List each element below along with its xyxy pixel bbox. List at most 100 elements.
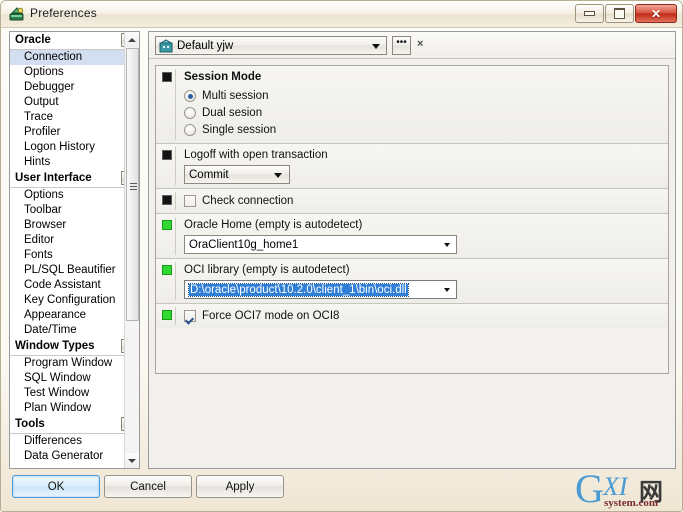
- sidebar-item-sql-window[interactable]: SQL Window: [10, 371, 139, 386]
- sidebar-item-label: Editor: [24, 234, 55, 246]
- sidebar-item-hints[interactable]: Hints: [10, 155, 139, 170]
- checkbox-force-oci7-mode-on-oci8[interactable]: Force OCI7 mode on OCI8: [184, 308, 668, 324]
- section-body: Logoff with open transaction Commit: [156, 144, 668, 188]
- section-marker-icon: [162, 265, 172, 275]
- cancel-button[interactable]: Cancel: [104, 475, 192, 498]
- section-label: Oracle Home (empty is autodetect): [184, 219, 363, 231]
- section-body: Session Mode Multi session Dual sesion Sing…: [156, 66, 668, 143]
- section-label: Logoff with open transaction: [184, 149, 328, 161]
- sidebar-item-profiler[interactable]: Profiler: [10, 125, 139, 140]
- radio-dual-sesion[interactable]: Dual sesion: [184, 105, 668, 121]
- window-title: Preferences: [30, 6, 97, 20]
- settings-section-5: Force OCI7 mode on OCI8: [156, 304, 668, 328]
- profile-toolbar: Default yjw ••• ×: [149, 32, 675, 59]
- minimize-button[interactable]: [575, 4, 604, 23]
- ok-button[interactable]: OK: [12, 475, 100, 498]
- chevron-down-icon: [372, 44, 380, 49]
- radio-single-session[interactable]: Single session: [184, 122, 668, 138]
- sidebar-item-trace[interactable]: Trace: [10, 110, 139, 125]
- sidebar-item-browser[interactable]: Browser: [10, 218, 139, 233]
- settings-tree-panel[interactable]: Oracle Connection Options Debugger Output Tra…: [9, 31, 140, 469]
- checkbox-icon[interactable]: [184, 310, 196, 322]
- radio-label: Multi session: [202, 90, 269, 102]
- scroll-up-button[interactable]: [125, 32, 139, 47]
- combo-oci-library[interactable]: D:\oracle\product\10.2.0\client_1\bin\oc…: [184, 280, 457, 299]
- profile-icon: [159, 39, 173, 53]
- sidebar-item-options[interactable]: Options: [10, 188, 139, 203]
- sidebar-item-differences[interactable]: Differences: [10, 434, 139, 449]
- section-divider: [175, 147, 176, 185]
- sidebar-item-code-assistant[interactable]: Code Assistant: [10, 278, 139, 293]
- section-marker-icon: [162, 150, 172, 160]
- sidebar-item-label: Options: [24, 189, 64, 201]
- sidebar-item-label: Trace: [24, 111, 53, 123]
- sidebar-item-label: Toolbar: [24, 204, 62, 216]
- settings-section-2: Check connection: [156, 189, 668, 214]
- sidebar-item-label: Code Assistant: [24, 279, 101, 291]
- section-body: Oracle Home (empty is autodetect) OraClie…: [156, 214, 668, 258]
- combo-dropdown-button[interactable]: [438, 236, 456, 253]
- sidebar-item-label: Key Configuration: [24, 294, 116, 306]
- close-button[interactable]: ✕: [635, 4, 677, 23]
- settings-section-1: Logoff with open transaction Commit: [156, 144, 668, 189]
- sidebar-item-label: Date/Time: [24, 324, 77, 336]
- combo-dropdown-button[interactable]: [438, 281, 456, 298]
- checkbox-check-connection[interactable]: Check connection: [184, 193, 668, 209]
- scrollbar-thumb[interactable]: [126, 48, 139, 321]
- sidebar-item-data-generator[interactable]: Data Generator: [10, 449, 139, 464]
- sidebar-item-label: Data Generator: [24, 450, 104, 462]
- sidebar-item-appearance[interactable]: Appearance: [10, 308, 139, 323]
- sidebar-item-plan-window[interactable]: Plan Window: [10, 401, 139, 416]
- sidebar-item-label: Test Window: [24, 387, 90, 399]
- apply-button[interactable]: Apply: [196, 475, 284, 498]
- radio-button-icon[interactable]: [184, 90, 196, 102]
- sidebar-item-test-window[interactable]: Test Window: [10, 386, 139, 401]
- tree-group-label: Oracle: [15, 34, 51, 46]
- sidebar-item-fonts[interactable]: Fonts: [10, 248, 139, 263]
- combo-logoff-action[interactable]: Commit: [184, 165, 290, 184]
- tree-group-user-interface[interactable]: User Interface: [10, 170, 139, 188]
- combo-oracle-home[interactable]: OraClient10g_home1: [184, 235, 457, 254]
- scroll-down-button[interactable]: [125, 453, 139, 468]
- sidebar-item-date-time[interactable]: Date/Time: [10, 323, 139, 338]
- sidebar-item-toolbar[interactable]: Toolbar: [10, 203, 139, 218]
- section-heading: Session Mode: [184, 71, 262, 83]
- tree-group-oracle[interactable]: Oracle: [10, 32, 139, 50]
- sidebar-item-connection[interactable]: Connection: [10, 50, 139, 65]
- tree-scrollbar[interactable]: [124, 32, 139, 468]
- section-marker-icon: [162, 72, 172, 82]
- checkbox-label: Check connection: [202, 195, 294, 207]
- section-divider: [175, 217, 176, 255]
- preferences-main-panel: Default yjw ••• × Session Mode Multi sess…: [148, 31, 676, 469]
- profile-dropdown[interactable]: Default yjw: [155, 36, 387, 55]
- sidebar-item-options[interactable]: Options: [10, 65, 139, 80]
- settings-section-4: OCI library (empty is autodetect) D:\orac…: [156, 259, 668, 304]
- section-marker-icon: [162, 310, 172, 320]
- sidebar-item-label: Appearance: [24, 309, 87, 321]
- sidebar-item-label: SQL Window: [24, 372, 91, 384]
- settings-section-0: Session Mode Multi session Dual sesion Sing…: [156, 66, 668, 144]
- maximize-icon: [614, 8, 625, 19]
- profile-browse-button[interactable]: •••: [392, 36, 411, 55]
- combo-value: OraClient10g_home1: [189, 239, 299, 251]
- sidebar-item-key-configuration[interactable]: Key Configuration: [10, 293, 139, 308]
- radio-multi-session[interactable]: Multi session: [184, 88, 668, 104]
- sidebar-item-logon-history[interactable]: Logon History: [10, 140, 139, 155]
- section-marker-icon: [162, 220, 172, 230]
- sidebar-item-output[interactable]: Output: [10, 95, 139, 110]
- tree-group-label: User Interface: [15, 172, 92, 184]
- sidebar-item-program-window[interactable]: Program Window: [10, 356, 139, 371]
- toolbar-mark: ×: [417, 38, 424, 50]
- radio-button-icon[interactable]: [184, 107, 196, 119]
- sidebar-item-pl-sql-beautifier[interactable]: PL/SQL Beautifier: [10, 263, 139, 278]
- maximize-button[interactable]: [605, 4, 634, 23]
- section-divider: [175, 262, 176, 300]
- sidebar-item-editor[interactable]: Editor: [10, 233, 139, 248]
- tree-group-tools[interactable]: Tools: [10, 416, 139, 434]
- sidebar-item-debugger[interactable]: Debugger: [10, 80, 139, 95]
- sidebar-item-label: Program Window: [24, 357, 113, 369]
- section-label: OCI library (empty is autodetect): [184, 264, 350, 276]
- radio-button-icon[interactable]: [184, 124, 196, 136]
- tree-group-window-types[interactable]: Window Types: [10, 338, 139, 356]
- checkbox-icon[interactable]: [184, 195, 196, 207]
